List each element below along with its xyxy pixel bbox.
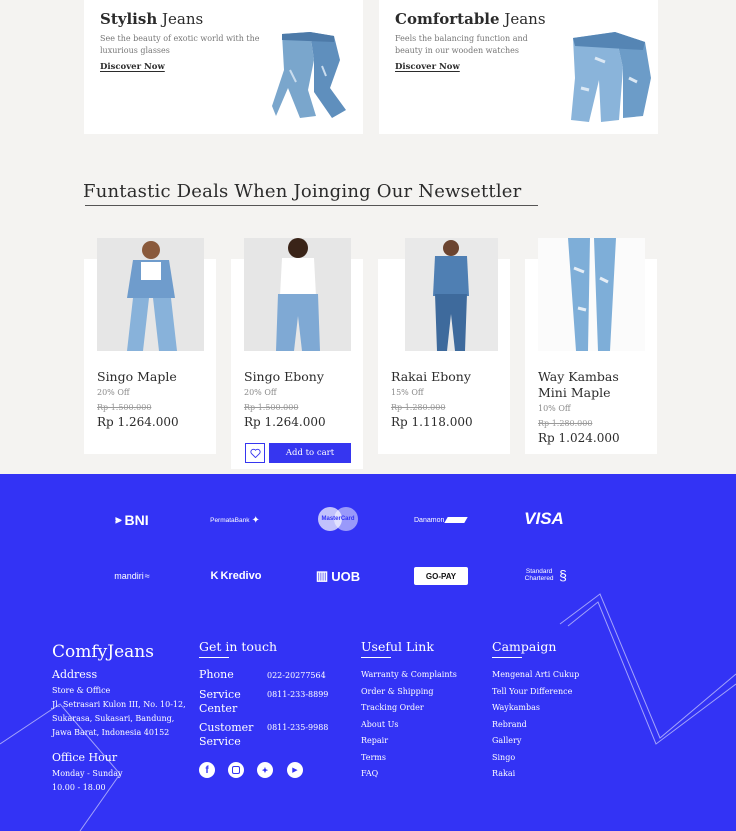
contact-value[interactable]: 0811-235-9988 [267, 721, 328, 735]
jeans-image [272, 32, 346, 118]
get-in-touch-title: Get in touch [199, 639, 278, 658]
facebook-icon[interactable]: f [199, 762, 215, 778]
footer-link[interactable]: Order & Shipping [361, 684, 457, 701]
product-name[interactable]: Way Kambas Mini Maple [538, 369, 650, 401]
footer: ⫸ BNI PermataBank ✦ MasterCard Danamon VIS… [0, 474, 736, 831]
permatabank-logo: PermataBank ✦ [210, 514, 260, 526]
product-image[interactable] [244, 238, 351, 351]
footer-link[interactable]: Rakai [492, 766, 579, 783]
price: Rp 1.024.000 [538, 431, 620, 445]
mandiri-logo: mandiri ≈ [114, 571, 150, 581]
price: Rp 1.264.000 [244, 415, 326, 429]
old-price: Rp 1.500.000 [97, 403, 152, 412]
visa-logo: VISA [524, 509, 564, 528]
uob-logo: ▥ UOB [315, 568, 361, 584]
youtube-icon[interactable]: ▶ [287, 762, 303, 778]
price: Rp 1.118.000 [391, 415, 473, 429]
footer-link[interactable]: Tell Your Difference [492, 684, 579, 701]
twitter-icon[interactable]: ✦ [257, 762, 273, 778]
discover-now-link[interactable]: Discover Now [100, 62, 165, 72]
product-name[interactable]: Singo Ebony [244, 369, 354, 385]
mastercard-logo: MasterCard [313, 506, 363, 532]
gopay-logo: GO-PAY [414, 567, 468, 585]
footer-link[interactable]: Rebrand [492, 717, 579, 734]
useful-links-list: Warranty & Complaints Order & Shipping T… [361, 667, 457, 783]
product-name[interactable]: Singo Maple [97, 369, 207, 385]
old-price: Rp 1.500.000 [244, 403, 299, 412]
contact-label: Customer Service [199, 721, 254, 748]
footer-link[interactable]: Gallery [492, 733, 579, 750]
contact-label: Phone [199, 668, 234, 681]
discount-label: 20% Off [97, 388, 130, 397]
wishlist-button[interactable] [245, 443, 265, 463]
kredivo-logo: K Kredivo [210, 570, 262, 582]
contact-value[interactable]: 0811-233-8899 [267, 688, 328, 702]
standard-chartered-logo: Standard Chartered § [524, 566, 567, 583]
footer-link[interactable]: About Us [361, 717, 457, 734]
useful-link-title: Useful Link [361, 639, 434, 658]
footer-brand: ComfyJeans [52, 642, 154, 662]
old-price: Rp 1.280.000 [391, 403, 446, 412]
campaign-links-list: Mengenal Arti Cukup Tell Your Difference… [492, 667, 579, 783]
promo-description: Feels the balancing function and beauty … [395, 34, 528, 55]
address-text: Store & Office Jl. Setrasari Kulon III, … [52, 686, 186, 737]
instagram-icon[interactable] [228, 762, 244, 778]
discount-label: 20% Off [244, 388, 277, 397]
product-image[interactable] [538, 238, 645, 351]
promo-title: Stylish Jeans [100, 10, 204, 28]
bni-logo: ⫸ BNI [115, 512, 149, 528]
model-figure [538, 238, 645, 351]
footer-link[interactable]: Tracking Order [361, 700, 457, 717]
deals-title: Funtastic Deals When Joinging Our Newset… [83, 181, 522, 202]
promo-card-comfortable: Comfortable Jeans Feels the balancing fu… [379, 0, 658, 134]
footer-link[interactable]: Waykambas [492, 700, 579, 717]
discount-label: 10% Off [538, 404, 571, 413]
add-to-cart-button[interactable]: Add to cart [269, 443, 351, 463]
footer-link[interactable]: FAQ [361, 766, 457, 783]
discount-label: 15% Off [391, 388, 424, 397]
promo-card-stylish: Stylish Jeans See the beauty of exotic w… [84, 0, 363, 134]
contact-label: Service Center [199, 688, 241, 715]
footer-link[interactable]: Terms [361, 750, 457, 767]
model-figure [97, 238, 204, 351]
contact-value[interactable]: 022-20277564 [267, 669, 326, 683]
footer-link[interactable]: Repair [361, 733, 457, 750]
office-hour-text: Monday - Sunday 10.00 - 18.00 [52, 769, 123, 792]
address-title: Address [52, 668, 98, 681]
promo-title: Comfortable Jeans [395, 10, 546, 28]
footer-link[interactable]: Singo [492, 750, 579, 767]
discover-now-link[interactable]: Discover Now [395, 62, 460, 72]
office-hour-title: Office Hour [52, 751, 118, 764]
old-price: Rp 1.280.000 [538, 419, 593, 428]
product-image[interactable] [405, 238, 498, 351]
promo-description: See the beauty of exotic world with the … [100, 34, 260, 55]
danamon-logo: Danamon [414, 512, 469, 528]
footer-link[interactable]: Warranty & Complaints [361, 667, 457, 684]
price: Rp 1.264.000 [97, 415, 179, 429]
heart-icon [249, 448, 261, 458]
model-figure [244, 238, 351, 351]
campaign-title: Campaign [492, 639, 557, 658]
product-image[interactable] [97, 238, 204, 351]
jeans-image [571, 32, 651, 122]
product-name[interactable]: Rakai Ebony [391, 369, 501, 385]
model-figure [405, 238, 498, 351]
deals-title-underline [85, 205, 538, 206]
footer-link[interactable]: Mengenal Arti Cukup [492, 667, 579, 684]
